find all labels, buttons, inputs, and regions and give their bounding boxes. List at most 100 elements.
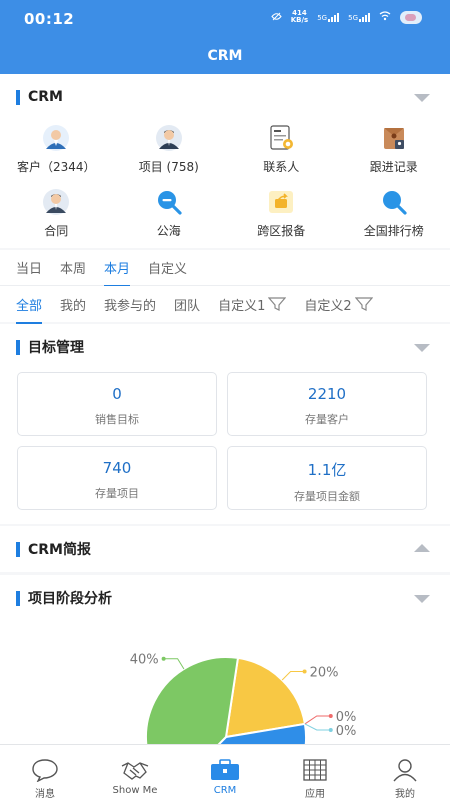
collapse-arrow-icon[interactable]: [414, 94, 430, 102]
tab-this-month[interactable]: 本月: [104, 258, 131, 287]
stage-section-header[interactable]: 项目阶段分析: [0, 575, 450, 621]
handshake-icon: [120, 758, 150, 782]
target-section-title: 目标管理: [28, 340, 84, 356]
tile-value: 740: [102, 459, 132, 477]
expand-arrow-icon[interactable]: [414, 544, 430, 552]
tile-stock-customers[interactable]: 2210 存量客户: [227, 372, 427, 436]
crm-item-public-pool[interactable]: 公海: [113, 188, 226, 239]
pie-data-label: 0%: [336, 710, 357, 725]
brief-section-header[interactable]: CRM简报: [0, 526, 450, 572]
section-marker: [16, 541, 20, 557]
tab-this-week[interactable]: 本周: [60, 258, 86, 277]
collapse-arrow-icon[interactable]: [414, 344, 430, 352]
tab-team[interactable]: 团队: [174, 295, 200, 314]
cross-region-share-icon: [267, 188, 295, 216]
eye-comfort-icon: [271, 12, 282, 23]
pie-leader-line: [163, 658, 185, 670]
filter-custom-1[interactable]: 自定义1: [218, 295, 287, 314]
nav-apps[interactable]: 应用: [270, 745, 360, 800]
tab-all[interactable]: 全部: [16, 295, 43, 324]
crm-item-projects[interactable]: 项目 (758): [113, 124, 226, 175]
briefcase-icon: [210, 758, 240, 782]
tab-participated[interactable]: 我参与的: [104, 295, 156, 314]
tile-label: 销售目标: [95, 413, 139, 426]
sim2-signal-icon: 5G: [348, 12, 370, 22]
nav-show-me[interactable]: Show Me: [90, 745, 180, 800]
section-marker: [16, 339, 20, 355]
pie-leader-dot: [328, 713, 333, 718]
tile-label: 存量项目: [95, 487, 139, 500]
tab-custom[interactable]: 自定义: [148, 258, 187, 277]
sim1-signal-icon: 5G: [317, 12, 340, 22]
pie-leader-dot: [302, 669, 307, 674]
crm-section-title: CRM: [28, 89, 63, 105]
crm-grid-row-1: 客户（2344） 项目 (758) 联系人 跟进记录: [0, 124, 450, 175]
nav-messages[interactable]: 消息: [0, 745, 90, 800]
customer-avatar-icon: [42, 124, 70, 152]
crm-item-label: 跟进记录: [369, 160, 418, 174]
network-speed: 414 KB/s: [291, 10, 308, 24]
crm-item-national-ranking[interactable]: 全国排行榜: [338, 188, 450, 239]
crm-item-label: 跨区报备: [257, 224, 306, 238]
pie-data-label: 0%: [336, 724, 357, 739]
status-bar: 00:12 414 KB/s 5G 5G: [0, 0, 450, 38]
crm-item-label: 全国排行榜: [363, 224, 424, 238]
scope-tabs: 全部 我的 我参与的 团队 自定义1 自定义2: [0, 286, 450, 324]
filter-label: 自定义1: [218, 298, 266, 314]
network-speed-unit: KB/s: [290, 16, 309, 24]
bottom-nav: 消息 Show Me CRM 应用 我的: [0, 744, 450, 800]
tile-stock-projects[interactable]: 740 存量项目: [17, 446, 217, 510]
tile-value: 1.1亿: [307, 461, 347, 479]
filter-funnel-icon: [354, 297, 373, 311]
filter-funnel-icon: [268, 297, 287, 311]
collapse-arrow-icon[interactable]: [414, 595, 430, 603]
tab-mine[interactable]: 我的: [60, 295, 86, 314]
pie-leader-line: [304, 715, 331, 725]
message-bubble-icon: [30, 758, 60, 782]
app-grid-icon: [300, 758, 330, 782]
project-avatar-icon: [155, 124, 183, 152]
filter-custom-2[interactable]: 自定义2: [304, 295, 373, 314]
pie-data-label: 20%: [310, 665, 339, 680]
brief-section-title: CRM简报: [28, 542, 91, 558]
nav-me[interactable]: 我的: [360, 745, 450, 800]
pie-leader-dot: [161, 656, 166, 661]
tile-sales-target[interactable]: 0 销售目标: [17, 372, 217, 436]
crm-item-follow-up[interactable]: 跟进记录: [338, 124, 450, 175]
ranking-search-icon: [380, 188, 408, 216]
crm-item-cross-region[interactable]: 跨区报备: [225, 188, 338, 239]
public-pool-search-icon: [155, 188, 183, 216]
tile-stock-project-amount[interactable]: 1.1亿 存量项目金额: [227, 446, 427, 510]
nav-label: 消息: [35, 789, 55, 800]
nav-label: Show Me: [112, 785, 158, 796]
target-section-header[interactable]: 目标管理: [0, 324, 450, 370]
pie-leader-line: [281, 670, 305, 681]
pie-leader-line: [304, 723, 331, 731]
period-tabs: 当日 本周 本月 自定义: [0, 250, 450, 287]
crm-item-contacts[interactable]: 联系人: [225, 124, 338, 175]
crm-item-customers[interactable]: 客户（2344）: [0, 124, 113, 175]
crm-item-label: 联系人: [263, 160, 300, 174]
crm-item-contracts[interactable]: 合同: [0, 188, 113, 239]
tile-label: 存量项目金额: [294, 490, 360, 503]
follow-up-folder-icon: [380, 124, 408, 152]
filter-label: 自定义2: [304, 298, 352, 314]
wifi-icon: [379, 11, 391, 23]
crm-item-label: 公海: [156, 224, 181, 238]
tile-value: 2210: [307, 385, 347, 403]
nav-crm[interactable]: CRM: [180, 745, 270, 800]
status-icons: 414 KB/s 5G 5G: [271, 10, 422, 24]
crm-item-label: 项目 (758): [138, 160, 199, 174]
tab-today[interactable]: 当日: [16, 258, 42, 277]
crm-grid-row-2: 合同 公海 跨区报备 全国排行榜: [0, 188, 450, 239]
stage-section-title: 项目阶段分析: [28, 591, 112, 607]
crm-section-header[interactable]: CRM: [0, 74, 450, 120]
pie-slice: [145, 656, 240, 744]
page-title: CRM: [0, 38, 450, 74]
section-marker: [16, 89, 20, 105]
section-marker: [16, 590, 20, 606]
tile-value: 0: [112, 385, 122, 403]
nav-label: 我的: [395, 789, 415, 800]
sim2-label: 5G: [348, 13, 358, 22]
pie-leader-dot: [328, 727, 333, 732]
